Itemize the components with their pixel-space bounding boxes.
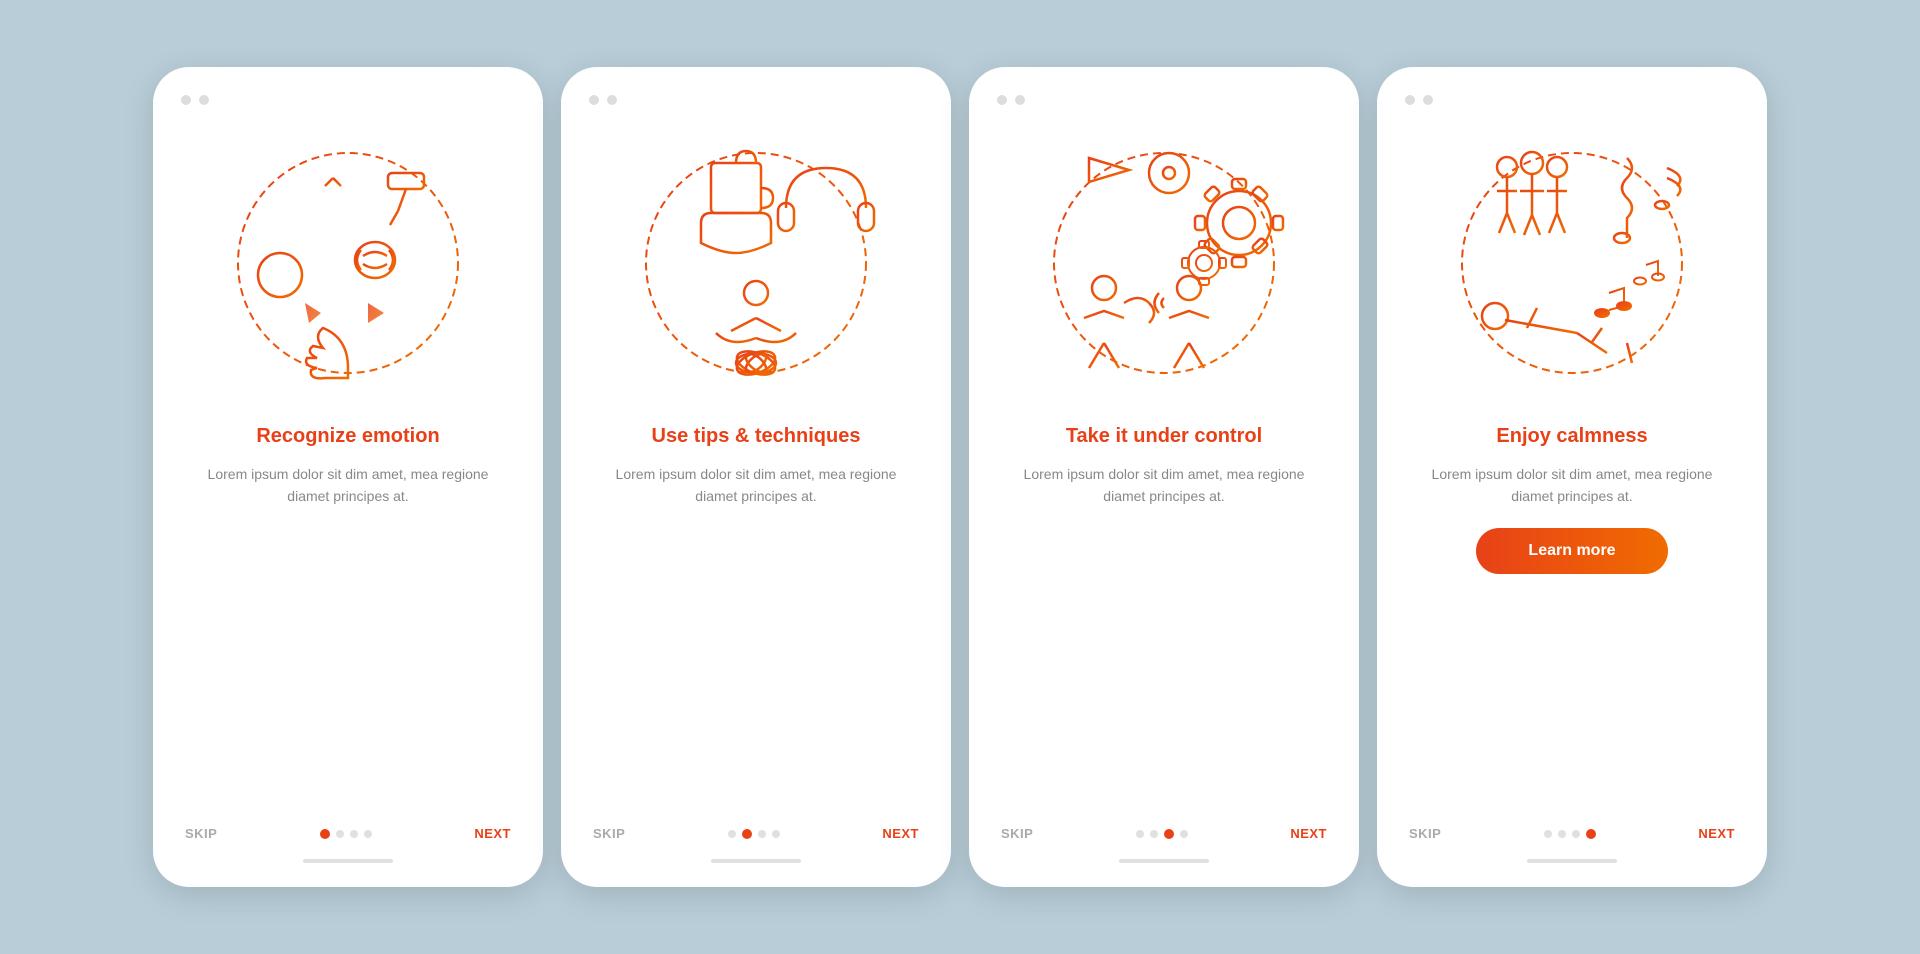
- card-title-2: Use tips & techniques: [652, 423, 861, 449]
- card-title-3: Take it under control: [1066, 423, 1262, 449]
- top-dot: [589, 95, 599, 105]
- skip-button-4[interactable]: SKIP: [1409, 826, 1441, 841]
- next-button-2[interactable]: NEXT: [882, 826, 919, 841]
- top-bar-4: [1405, 95, 1433, 105]
- nav-dot: [1136, 830, 1144, 838]
- dots-nav-4: [1544, 829, 1596, 839]
- next-button-3[interactable]: NEXT: [1290, 826, 1327, 841]
- bottom-bar-4: [1527, 859, 1617, 863]
- card-body-2: Lorem ipsum dolor sit dim amet, mea regi…: [589, 463, 923, 508]
- illustration-use-tips: [611, 123, 901, 413]
- nav-dot: [1180, 830, 1188, 838]
- learn-more-button[interactable]: Learn more: [1476, 528, 1667, 574]
- card-footer-4: SKIP NEXT: [1405, 826, 1739, 841]
- top-bar-2: [589, 95, 617, 105]
- bottom-bar-1: [303, 859, 393, 863]
- illustration-take-control: [1019, 123, 1309, 413]
- nav-dot: [336, 830, 344, 838]
- top-dot: [607, 95, 617, 105]
- top-dot: [181, 95, 191, 105]
- card-footer-1: SKIP NEXT: [181, 826, 515, 841]
- top-bar-1: [181, 95, 209, 105]
- top-dot: [997, 95, 1007, 105]
- nav-dot: [742, 829, 752, 839]
- top-bar-3: [997, 95, 1025, 105]
- nav-dot: [772, 830, 780, 838]
- card-title-4: Enjoy calmness: [1496, 423, 1647, 449]
- next-button-1[interactable]: NEXT: [474, 826, 511, 841]
- phone-card-2: Use tips & techniques Lorem ipsum dolor …: [561, 67, 951, 887]
- top-dot: [1423, 95, 1433, 105]
- top-dot: [1015, 95, 1025, 105]
- screens-container: Recognize emotion Lorem ipsum dolor sit …: [123, 27, 1797, 927]
- nav-dot: [758, 830, 766, 838]
- card-body-1: Lorem ipsum dolor sit dim amet, mea regi…: [181, 463, 515, 508]
- phone-card-1: Recognize emotion Lorem ipsum dolor sit …: [153, 67, 543, 887]
- nav-dot: [364, 830, 372, 838]
- card-body-3: Lorem ipsum dolor sit dim amet, mea regi…: [997, 463, 1331, 508]
- skip-button-3[interactable]: SKIP: [1001, 826, 1033, 841]
- nav-dot: [320, 829, 330, 839]
- nav-dot: [1544, 830, 1552, 838]
- nav-dot: [1150, 830, 1158, 838]
- card-footer-3: SKIP NEXT: [997, 826, 1331, 841]
- nav-dot: [350, 830, 358, 838]
- bottom-bar-3: [1119, 859, 1209, 863]
- card-body-4: Lorem ipsum dolor sit dim amet, mea regi…: [1405, 463, 1739, 508]
- nav-dot: [1164, 829, 1174, 839]
- nav-dot: [728, 830, 736, 838]
- nav-dot: [1572, 830, 1580, 838]
- card-title-1: Recognize emotion: [256, 423, 439, 449]
- illustration-enjoy-calmness: [1427, 123, 1717, 413]
- nav-dot: [1558, 830, 1566, 838]
- illustration-recognize-emotion: [203, 123, 493, 413]
- card-footer-2: SKIP NEXT: [589, 826, 923, 841]
- dots-nav-1: [320, 829, 372, 839]
- bottom-bar-2: [711, 859, 801, 863]
- dots-nav-2: [728, 829, 780, 839]
- skip-button-1[interactable]: SKIP: [185, 826, 217, 841]
- top-dot: [1405, 95, 1415, 105]
- skip-button-2[interactable]: SKIP: [593, 826, 625, 841]
- phone-card-3: Take it under control Lorem ipsum dolor …: [969, 67, 1359, 887]
- nav-dot: [1586, 829, 1596, 839]
- dots-nav-3: [1136, 829, 1188, 839]
- top-dot: [199, 95, 209, 105]
- phone-card-4: Enjoy calmness Lorem ipsum dolor sit dim…: [1377, 67, 1767, 887]
- next-button-4[interactable]: NEXT: [1698, 826, 1735, 841]
